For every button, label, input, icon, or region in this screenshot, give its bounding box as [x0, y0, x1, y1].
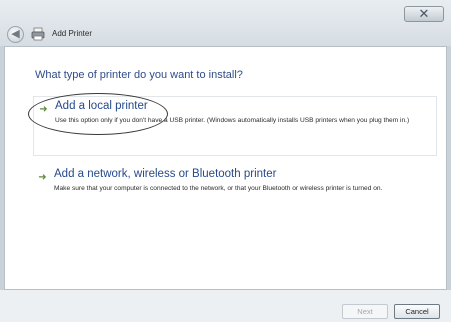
option-title: Add a network, wireless or Bluetooth pri…: [54, 168, 277, 180]
printer-icon: [31, 27, 45, 41]
page-heading: What type of printer do you want to inst…: [35, 69, 243, 81]
close-button[interactable]: ✕: [404, 6, 444, 22]
wizard-content: What type of printer do you want to inst…: [4, 46, 447, 290]
add-network-printer-option[interactable]: ➜ Add a network, wireless or Bluetooth p…: [33, 165, 437, 215]
back-arrow-icon: ◀: [11, 28, 20, 40]
option-title: Add a local printer: [55, 100, 148, 112]
back-button[interactable]: ◀: [7, 26, 24, 43]
add-printer-window: ✕ ◀ Add Printer What type of printer do …: [0, 0, 451, 322]
option-arrow-icon: ➜: [38, 172, 47, 183]
next-button[interactable]: Next: [342, 304, 388, 319]
option-description: Use this option only if you don't have a…: [55, 117, 410, 124]
option-arrow-icon: ➜: [39, 104, 48, 115]
add-local-printer-option[interactable]: ➜ Add a local printer Use this option on…: [28, 93, 437, 156]
cancel-button[interactable]: Cancel: [394, 304, 440, 319]
footer-bar: Next Cancel: [0, 290, 451, 322]
option-description: Make sure that your computer is connecte…: [54, 185, 383, 192]
title-bar: ✕ ◀ Add Printer: [0, 0, 451, 46]
wizard-title: Add Printer: [52, 29, 93, 38]
